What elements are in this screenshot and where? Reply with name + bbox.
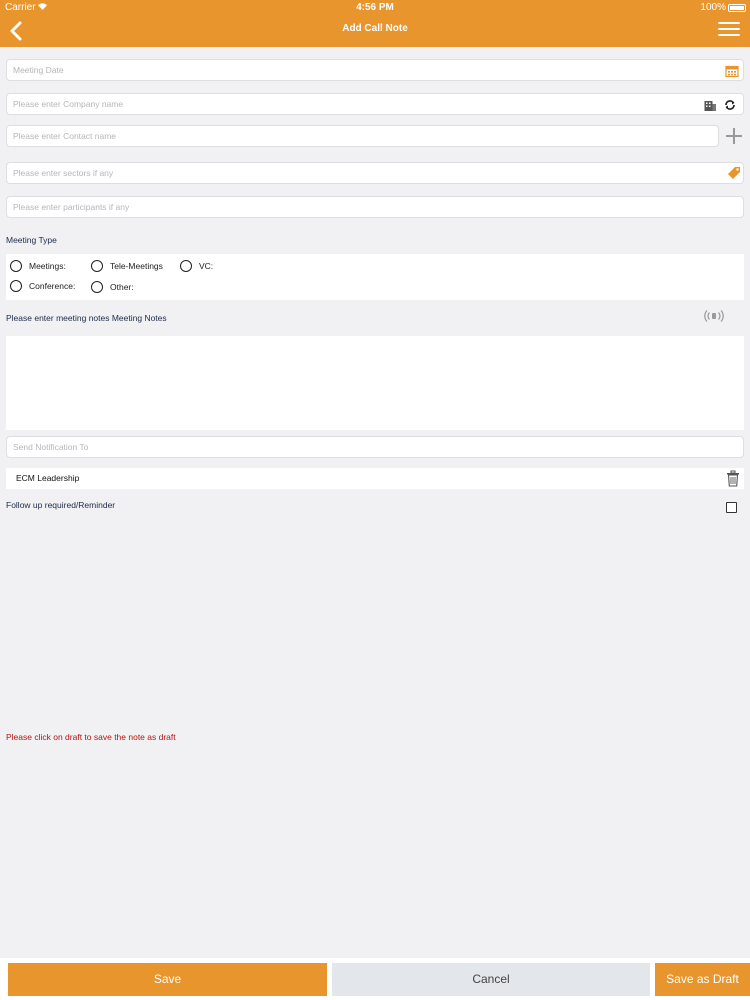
hamburger-icon-bar (718, 28, 740, 30)
radio-label: Conference: (29, 281, 76, 291)
sectors-field[interactable]: Please enter sectors if any (6, 162, 744, 184)
follow-up-checkbox[interactable] (726, 502, 737, 513)
radio-label: Other: (110, 282, 134, 292)
plus-icon[interactable] (724, 126, 744, 146)
building-icon[interactable] (703, 98, 717, 112)
send-notification-field[interactable]: Send Notification To (6, 436, 744, 458)
participants-placeholder: Please enter participants if any (13, 202, 130, 212)
status-bar: Carrier 4:56 PM 100% (0, 0, 750, 16)
page-title: Add Call Note (342, 23, 408, 34)
contact-name-field[interactable]: Please enter Contact name (6, 125, 719, 147)
radio-tele-meetings[interactable]: Tele-Meetings (91, 260, 163, 272)
draft-hint-message: Please click on draft to save the note a… (6, 732, 176, 742)
radio-circle-icon (10, 280, 22, 292)
trash-icon[interactable] (726, 470, 740, 487)
radio-other[interactable]: Other: (91, 281, 134, 293)
clock: 4:56 PM (356, 2, 394, 13)
tag-icon[interactable] (726, 165, 740, 179)
follow-up-label: Follow up required/Reminder (6, 500, 116, 510)
radio-label: Tele-Meetings (110, 261, 163, 271)
recipient-row: ECM Leadership (6, 468, 744, 489)
meeting-notes-textarea[interactable] (6, 336, 744, 430)
cancel-button[interactable]: Cancel (332, 963, 650, 996)
chevron-left-icon (10, 21, 22, 41)
radio-circle-icon (180, 260, 192, 272)
voice-input-icon[interactable] (704, 309, 724, 323)
recipient-name: ECM Leadership (16, 473, 80, 483)
sectors-placeholder: Please enter sectors if any (13, 168, 114, 178)
radio-conference[interactable]: Conference: (10, 280, 75, 292)
meeting-notes-label: Please enter meeting notes Meeting Notes (6, 313, 167, 323)
radio-circle-icon (10, 260, 22, 272)
back-button[interactable] (4, 18, 30, 44)
participants-field[interactable]: Please enter participants if any (6, 196, 744, 218)
radio-label: VC: (199, 261, 214, 271)
hamburger-icon-bar (718, 22, 740, 24)
navigation-bar: Carrier 4:56 PM 100% Add Call Note (0, 0, 750, 47)
refresh-icon[interactable] (723, 98, 737, 112)
save-as-draft-button[interactable]: Save as Draft (655, 963, 750, 996)
radio-vc[interactable]: VC: (180, 260, 213, 272)
company-name-field[interactable]: Please enter Company name (6, 93, 744, 115)
battery-percentage: 100% (700, 2, 726, 13)
battery-icon (728, 4, 746, 12)
meeting-type-label: Meeting Type (6, 235, 57, 245)
meeting-date-field[interactable]: Meeting Date (6, 59, 744, 81)
action-bar: Save Cancel Save as Draft (0, 958, 750, 1000)
calendar-icon[interactable] (725, 64, 739, 78)
meeting-date-placeholder: Meeting Date (13, 65, 64, 75)
menu-button[interactable] (718, 19, 740, 39)
save-button[interactable]: Save (8, 963, 327, 996)
company-name-placeholder: Please enter Company name (13, 99, 124, 109)
meeting-type-options: Meetings: Tele-Meetings VC: Conference: … (6, 254, 744, 300)
radio-label: Meetings: (29, 261, 66, 271)
radio-circle-icon (91, 260, 103, 272)
hamburger-icon-bar (718, 34, 740, 36)
radio-meetings[interactable]: Meetings: (10, 260, 66, 272)
contact-name-placeholder: Please enter Contact name (13, 131, 117, 141)
radio-circle-icon (91, 281, 103, 293)
send-notification-placeholder: Send Notification To (13, 442, 89, 452)
